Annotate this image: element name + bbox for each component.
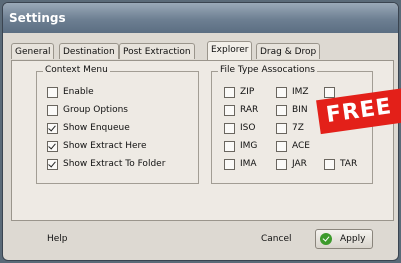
rar-checkbox[interactable]: RAR (224, 104, 258, 116)
explorer-panel: Context Menu Enable Group Options Show E… (11, 60, 394, 221)
tab-drag-drop[interactable]: Drag & Drop (256, 43, 321, 59)
show-extract-to-folder-checkbox[interactable]: Show Extract To Folder (47, 158, 165, 170)
imz-checkbox[interactable]: IMZ (276, 86, 309, 98)
zip-checkbox[interactable]: ZIP (224, 86, 254, 98)
checkbox-label: RAR (240, 105, 259, 115)
checkbox-label: Show Extract Here (63, 141, 147, 151)
checkbox-label: Show Extract To Folder (63, 159, 166, 169)
checkbox-label: Show Enqueue (63, 123, 130, 133)
group-options-checkbox[interactable]: Group Options (47, 104, 128, 116)
checkbox-box (47, 158, 58, 170)
checkbox-label: IMG (240, 141, 258, 151)
apply-label: Apply (340, 234, 366, 244)
checkbox-label: BIN (292, 105, 308, 115)
checkbox-box (276, 104, 287, 116)
window-title: Settings (9, 11, 66, 25)
file-type-title: File Type Assocations (218, 65, 317, 75)
dialog-footer: Help Cancel Apply (3, 220, 398, 260)
checkbox-label: ACE (292, 141, 310, 151)
ace-checkbox[interactable]: ACE (276, 140, 310, 152)
check-circle-icon (320, 233, 332, 245)
checkbox-box (224, 158, 235, 170)
checkbox-label: Enable (63, 87, 94, 97)
cancel-button[interactable]: Cancel (255, 230, 298, 248)
checkbox-box (224, 86, 235, 98)
checkbox-box (224, 140, 235, 152)
checkbox-label: JAR (292, 159, 307, 169)
checkbox-label: TAR (340, 159, 358, 169)
checkbox-box (276, 86, 287, 98)
checkbox-box (47, 122, 58, 134)
settings-window: Settings General Destination Post Extrac… (2, 2, 399, 261)
checkbox-label: ZIP (240, 87, 255, 97)
iso-checkbox[interactable]: ISO (224, 122, 255, 134)
7z-checkbox[interactable]: 7Z (276, 122, 304, 134)
checkbox-box (224, 104, 235, 116)
checkbox-label: 7Z (292, 123, 304, 133)
checkbox-label: Group Options (63, 105, 128, 115)
tab-general[interactable]: General (11, 43, 55, 59)
tab-destination[interactable]: Destination (59, 43, 119, 59)
title-bar[interactable]: Settings (3, 3, 398, 33)
checkbox-box (324, 158, 335, 170)
hidden-type-checkbox[interactable] (324, 86, 340, 98)
checkbox-box (276, 140, 287, 152)
ima-checkbox[interactable]: IMA (224, 158, 257, 170)
checkbox-label: IMA (240, 159, 257, 169)
enable-checkbox[interactable]: Enable (47, 86, 94, 98)
checkbox-box (276, 122, 287, 134)
checkbox-box (47, 86, 58, 98)
context-menu-group: Context Menu Enable Group Options Show E… (36, 65, 199, 184)
checkbox-box (47, 140, 58, 152)
img-checkbox[interactable]: IMG (224, 140, 257, 152)
bin-checkbox[interactable]: BIN (276, 104, 308, 116)
checkbox-box (47, 104, 58, 116)
tar-checkbox[interactable]: TAR (324, 158, 357, 170)
tab-explorer[interactable]: Explorer (207, 41, 253, 60)
help-button[interactable]: Help (41, 230, 74, 248)
jar-checkbox[interactable]: JAR (276, 158, 307, 170)
tab-post-extraction[interactable]: Post Extraction (119, 43, 195, 59)
show-enqueue-checkbox[interactable]: Show Enqueue (47, 122, 130, 134)
context-menu-title: Context Menu (43, 65, 110, 75)
show-extract-here-checkbox[interactable]: Show Extract Here (47, 140, 147, 152)
checkbox-box (276, 158, 287, 170)
checkbox-box (224, 122, 235, 134)
checkbox-box (324, 86, 335, 98)
apply-button[interactable]: Apply (315, 229, 374, 249)
checkbox-label: IMZ (292, 87, 309, 97)
checkbox-label: ISO (240, 123, 256, 133)
